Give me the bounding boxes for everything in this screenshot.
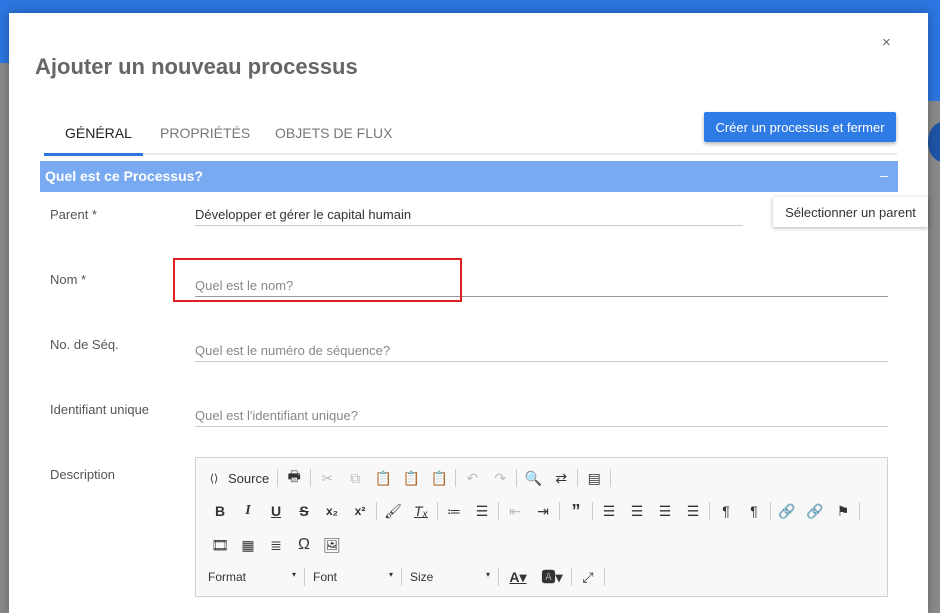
ltr-icon[interactable]: ¶ [712, 503, 740, 519]
format-label: Format [208, 570, 247, 584]
size-dropdown[interactable]: Size ▾ [404, 570, 496, 584]
align-right-icon[interactable]: ☰ [651, 503, 679, 520]
media-embed-icon[interactable]: 🎞 [206, 537, 234, 554]
description-label: Description [50, 467, 116, 482]
undo-icon[interactable]: ↶ [458, 470, 486, 487]
background-color-icon[interactable]: 🅰▾ [535, 567, 569, 587]
print-icon[interactable]: 🖶 [280, 466, 308, 490]
close-icon[interactable]: × [882, 34, 891, 51]
underline-icon[interactable]: U [262, 503, 290, 519]
replace-icon[interactable]: ⇄ [547, 470, 575, 487]
subscript-icon[interactable]: x₂ [318, 504, 346, 518]
format-dropdown[interactable]: Format ▾ [202, 570, 302, 584]
parent-field[interactable]: Développer et gérer le capital humain [195, 194, 743, 226]
justify-icon[interactable]: ☰ [679, 503, 707, 520]
chevron-down-icon: ▾ [291, 570, 296, 579]
image-icon[interactable]: 🖼 [318, 537, 346, 554]
separator [498, 568, 499, 586]
maximize-icon[interactable]: ⤢ [574, 569, 602, 586]
select-parent-button[interactable]: Sélectionner un parent [773, 197, 928, 227]
chevron-down-icon: ▾ [388, 570, 393, 579]
align-left-icon[interactable]: ☰ [595, 503, 623, 520]
separator [310, 469, 312, 487]
separator [401, 568, 402, 586]
background-button [928, 122, 940, 162]
paste-icon[interactable]: 📋 [369, 470, 397, 487]
separator [571, 568, 572, 586]
separator [277, 469, 279, 487]
active-tab-indicator [44, 153, 143, 156]
bold-icon[interactable]: B [206, 503, 234, 519]
text-color-icon[interactable]: A▾ [501, 569, 535, 586]
section-title: Quel est ce Processus? [45, 168, 203, 184]
separator [577, 469, 579, 487]
separator [604, 568, 605, 586]
italic-icon[interactable]: I [234, 503, 262, 519]
anchor-flag-icon[interactable]: ⚑ [829, 503, 857, 520]
sequence-label: No. de Séq. [50, 337, 119, 352]
tab-properties[interactable]: PROPRIÉTÉS [160, 125, 250, 141]
separator [376, 502, 377, 520]
remove-format-icon[interactable]: Tₓ [407, 503, 435, 519]
cut-icon[interactable]: ✂ [313, 470, 341, 487]
font-label: Font [313, 570, 338, 584]
separator [709, 502, 710, 520]
redo-icon[interactable]: ↷ [486, 470, 514, 487]
font-dropdown[interactable]: Font ▾ [307, 570, 399, 584]
rtl-icon[interactable]: ¶ [740, 503, 768, 519]
separator [498, 502, 499, 520]
separator [437, 502, 438, 520]
separator [455, 469, 457, 487]
unlink-icon[interactable]: 🔗 [801, 503, 829, 520]
numbered-list-icon[interactable]: ≔ [440, 503, 468, 520]
size-label: Size [410, 570, 434, 584]
collapse-icon[interactable]: – [880, 167, 888, 183]
link-icon[interactable]: 🔗 [773, 503, 801, 520]
horizontal-line-icon[interactable]: ≣ [262, 537, 290, 554]
align-center-icon[interactable]: ☰ [623, 503, 651, 520]
tab-flow-objects[interactable]: OBJETS DE FLUX [275, 125, 392, 141]
separator [610, 469, 612, 487]
select-all-icon[interactable]: ▤ [580, 470, 608, 487]
superscript-icon[interactable]: x² [346, 504, 374, 518]
sequence-input[interactable]: Quel est le numéro de séquence? [195, 330, 888, 362]
highlight-box [173, 258, 462, 302]
create-process-and-close-button[interactable]: Créer un processus et fermer [704, 112, 896, 142]
blockquote-icon[interactable]: ” [562, 501, 590, 522]
rich-text-editor[interactable]: ⟨⟩ Source 🖶 ✂ ⧉ 📋 📋 📋 ↶ ↷ 🔍 ⇄ ▤ B I U S … [195, 457, 888, 597]
paste-word-icon[interactable]: 📋 [425, 470, 453, 487]
modal-title: Ajouter un nouveau processus [35, 54, 358, 79]
separator [559, 502, 560, 520]
unique-id-label: Identifiant unique [50, 402, 150, 417]
source-icon: ⟨⟩ [209, 472, 219, 485]
outdent-icon[interactable]: ⇤ [501, 503, 529, 520]
background-bar [928, 63, 940, 101]
section-header[interactable]: Quel est ce Processus? – [40, 161, 898, 192]
copy-icon[interactable]: ⧉ [341, 470, 369, 487]
chevron-down-icon: ▾ [485, 570, 490, 579]
table-icon[interactable]: ▦ [234, 537, 262, 554]
separator [304, 568, 305, 586]
name-label: Nom * [50, 272, 87, 287]
paste-text-icon[interactable]: 📋 [397, 470, 425, 487]
special-char-icon[interactable]: Ω [290, 536, 318, 554]
parent-label: Parent * [50, 207, 97, 222]
separator [770, 502, 771, 520]
indent-icon[interactable]: ⇥ [529, 503, 557, 520]
copy-format-icon[interactable]: 🖌 [379, 503, 407, 520]
separator [859, 502, 860, 520]
bulleted-list-icon[interactable]: ☰ [468, 503, 496, 520]
find-icon[interactable]: 🔍 [519, 470, 547, 487]
separator [592, 502, 593, 520]
tab-general[interactable]: GÉNÉRAL [65, 125, 132, 141]
strikethrough-icon[interactable]: S [290, 503, 318, 519]
separator [516, 469, 518, 487]
unique-id-input[interactable]: Quel est l'identifiant unique? [195, 395, 888, 427]
source-button[interactable]: Source [222, 471, 275, 486]
